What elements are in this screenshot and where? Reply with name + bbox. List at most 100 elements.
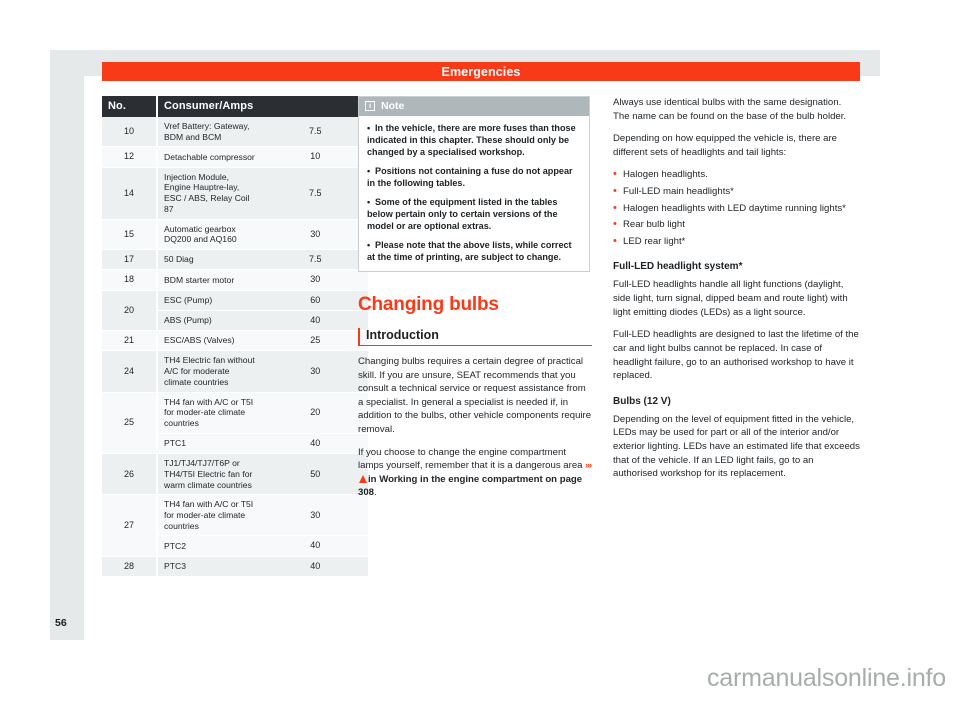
table-row: 18 BDM starter motor 30 [102, 269, 368, 291]
cell-consumer-name: Injection Module, Engine Hauptre-lay, ES… [157, 167, 263, 220]
cell-consumer-name: PTC2 [157, 535, 263, 557]
cell-fuse-number: 25 [102, 392, 158, 455]
table-row: 17 50 Diag 7.5 [102, 249, 368, 271]
list-item: LED rear light* [613, 234, 860, 249]
cell-consumer-name: ABS (Pump) [157, 310, 263, 332]
table-row: 27 TH4 fan with A/C or T5I for moder-ate … [102, 494, 368, 557]
page-root: Emergencies 56 No. Consumer/Amps 10 Vref … [0, 0, 960, 708]
list-item: Full-LED main headlights* [613, 184, 860, 199]
bullet-icon: • [367, 166, 371, 176]
table-row: 14 Injection Module, Engine Hauptre-lay, … [102, 167, 368, 220]
cell-amps: 7.5 [262, 117, 368, 148]
cell-amps: 30 [262, 269, 368, 291]
right-paragraph-4: Full-LED headlights are designed to last… [613, 329, 859, 382]
bullet-icon: • [367, 197, 371, 207]
intro-paragraph-2-prefix: If you choose to change the engine compa… [358, 446, 586, 472]
list-item: Rear bulb light [613, 217, 860, 232]
cell-consumer-name: BDM starter motor [157, 269, 263, 291]
cell-fuse-number: 15 [102, 219, 158, 251]
subsection-title-introduction: Introduction [358, 328, 592, 346]
content-columns: No. Consumer/Amps 10 Vref Battery: Gatewa… [102, 96, 860, 616]
chapter-banner: Emergencies [102, 62, 860, 81]
column-header-consumer: Consumer/Amps [157, 96, 368, 117]
column-right: Always use identical bulbs with the same… [613, 96, 860, 481]
cell-consumer-name: Detachable compressor [157, 146, 263, 168]
table-row: 26 TJ1/TJ4/TJ7/T6P or TH4/T5I Electric fa… [102, 453, 368, 496]
heading-full-led-system: Full-LED headlight system* [613, 261, 743, 273]
site-watermark: carmanualsonline.info [706, 664, 946, 692]
cell-amps: 40 [262, 556, 368, 577]
warning-triangle-icon [359, 474, 367, 483]
cell-consumer-name: Automatic gearbox DQ200 and AQ160 [157, 219, 263, 251]
cell-consumer-name: PTC1 [157, 433, 263, 455]
table-row: 25 TH4 fan with A/C or T5I for moder-ate … [102, 392, 368, 455]
note-bullet: • Positions not containing a fuse do not … [367, 166, 573, 188]
intro-paragraph-2-reference[interactable]: in Working in the engine compartment on … [358, 474, 582, 499]
cell-consumer-name: ESC (Pump) [157, 290, 263, 311]
intro-paragraph-2: If you choose to change the engine compa… [358, 446, 592, 500]
section-title-changing-bulbs: Changing bulbs [358, 294, 499, 315]
cell-consumer-name: ESC/ABS (Valves) [157, 330, 263, 352]
cell-consumer-name: PTC3 [157, 556, 263, 577]
cell-amps: 7.5 [262, 167, 368, 220]
bullet-icon: • [367, 240, 371, 250]
table-row: 24 TH4 Electric fan without A/C for moder… [102, 350, 368, 393]
table-row: 21 ESC/ABS (Valves) 25 [102, 330, 368, 352]
cell-amps: 7.5 [262, 249, 368, 271]
cell-amps: 30 [262, 350, 368, 393]
cell-amps: 60 [262, 290, 368, 311]
right-paragraph-1: Always use identical bulbs with the same… [613, 97, 847, 122]
cell-fuse-number: 18 [102, 269, 158, 291]
chapter-title: Emergencies [441, 64, 521, 79]
cell-fuse-number: 21 [102, 330, 158, 352]
cell-fuse-number: 12 [102, 146, 158, 168]
cell-amps: 40 [262, 310, 368, 332]
column-header-no: No. [102, 96, 158, 117]
note-box-title: Note [381, 100, 405, 112]
cell-amps: 30 [262, 494, 368, 537]
intro-paragraph-1: Changing bulbs requires a certain degree… [358, 356, 592, 436]
cell-consumer-name: TH4 fan with A/C or T5I for moder-ate cl… [157, 392, 263, 434]
note-box-header: i Note [359, 97, 589, 116]
headlight-type-list: Halogen headlights. Full-LED main headlig… [613, 167, 860, 249]
info-icon: i [365, 101, 375, 111]
table-row: 20 ESC (Pump) 60 [102, 290, 368, 332]
fuse-table: No. Consumer/Amps 10 Vref Battery: Gatewa… [102, 96, 368, 577]
column-left: No. Consumer/Amps 10 Vref Battery: Gatewa… [102, 96, 368, 577]
cell-consumer-name: TH4 Electric fan without A/C for moderat… [157, 350, 263, 393]
cell-amps: 40 [262, 535, 368, 557]
cell-amps: 25 [262, 330, 368, 352]
cell-amps: 40 [262, 433, 368, 455]
note-bullet: • Some of the equipment listed in the tab… [367, 197, 558, 231]
note-bullet: • Please note that the above lists, while… [367, 240, 572, 262]
column-middle: i Note • In the vehicle, there are more f… [358, 96, 592, 500]
cell-consumer-name: TH4 fan with A/C or T5I for moder-ate cl… [157, 494, 263, 537]
cell-amps: 20 [262, 392, 368, 434]
right-paragraph-2: Depending on how equipped the vehicle is… [613, 133, 838, 158]
cell-fuse-number: 24 [102, 350, 158, 393]
page-number: 56 [55, 617, 67, 629]
cell-fuse-number: 26 [102, 453, 158, 496]
intro-paragraph-2-suffix: . [374, 487, 377, 499]
table-header-row: No. Consumer/Amps [102, 96, 368, 117]
note-bullet: • In the vehicle, there are more fuses th… [367, 123, 576, 157]
fuse-table-head: No. Consumer/Amps [102, 96, 368, 117]
cell-consumer-name: 50 Diag [157, 249, 263, 271]
note-box-body: • In the vehicle, there are more fuses th… [359, 116, 589, 271]
note-box: i Note • In the vehicle, there are more f… [358, 96, 590, 272]
cell-fuse-number: 28 [102, 556, 158, 577]
cell-fuse-number: 14 [102, 167, 158, 220]
cell-amps: 50 [262, 453, 368, 496]
right-paragraph-5: Depending on the level of equipment fitt… [613, 413, 860, 480]
cell-fuse-number: 20 [102, 290, 158, 332]
cell-fuse-number: 17 [102, 249, 158, 271]
table-row: 15 Automatic gearbox DQ200 and AQ160 30 [102, 219, 368, 251]
fuse-table-body: 10 Vref Battery: Gateway, BDM and BCM 7.5 1… [102, 117, 368, 577]
bullet-icon: • [367, 123, 371, 133]
cell-consumer-name: Vref Battery: Gateway, BDM and BCM [157, 117, 263, 148]
cell-fuse-number: 10 [102, 117, 158, 148]
table-row: 28 PTC3 40 [102, 556, 368, 577]
cell-fuse-number: 27 [102, 494, 158, 557]
cell-amps: 30 [262, 219, 368, 251]
table-row: 12 Detachable compressor 10 [102, 146, 368, 168]
